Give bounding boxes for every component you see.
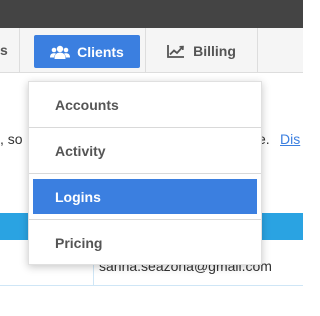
line-chart-icon — [167, 44, 185, 58]
nav-item-previous[interactable]: s — [0, 28, 20, 73]
top-bar — [0, 0, 303, 28]
clients-dropdown-menu: Accounts Activity Logins Pricing — [28, 81, 262, 265]
clients-button[interactable]: Clients — [34, 35, 140, 68]
menu-item-activity-label: Activity — [55, 142, 106, 159]
menu-item-accounts-label: Accounts — [55, 96, 119, 113]
nav-empty-area — [258, 28, 303, 73]
nav-item-previous-label: s — [0, 42, 8, 58]
main-nav: s Clients Billing — [0, 28, 303, 73]
menu-item-activity[interactable]: Activity — [33, 133, 257, 168]
menu-item-logins-label: Logins — [55, 188, 101, 205]
nav-item-clients: Clients — [20, 28, 146, 73]
menu-item-logins[interactable]: Logins — [33, 179, 257, 214]
users-icon — [50, 45, 71, 59]
menu-divider — [29, 173, 261, 174]
page-text-left: , so — [0, 131, 23, 147]
page-link[interactable]: Dis — [280, 131, 300, 147]
menu-item-pricing-label: Pricing — [55, 234, 103, 251]
app-screen: s Clients Billing , so e. Dis sahha.seaz… — [0, 0, 303, 316]
menu-item-pricing[interactable]: Pricing — [33, 225, 257, 260]
page-background — [0, 286, 303, 316]
nav-item-billing-label: Billing — [193, 42, 236, 59]
menu-divider — [29, 127, 261, 128]
menu-divider — [29, 219, 261, 220]
nav-item-billing[interactable]: Billing — [146, 28, 258, 73]
menu-item-accounts[interactable]: Accounts — [33, 87, 257, 122]
clients-button-label: Clients — [77, 43, 124, 60]
